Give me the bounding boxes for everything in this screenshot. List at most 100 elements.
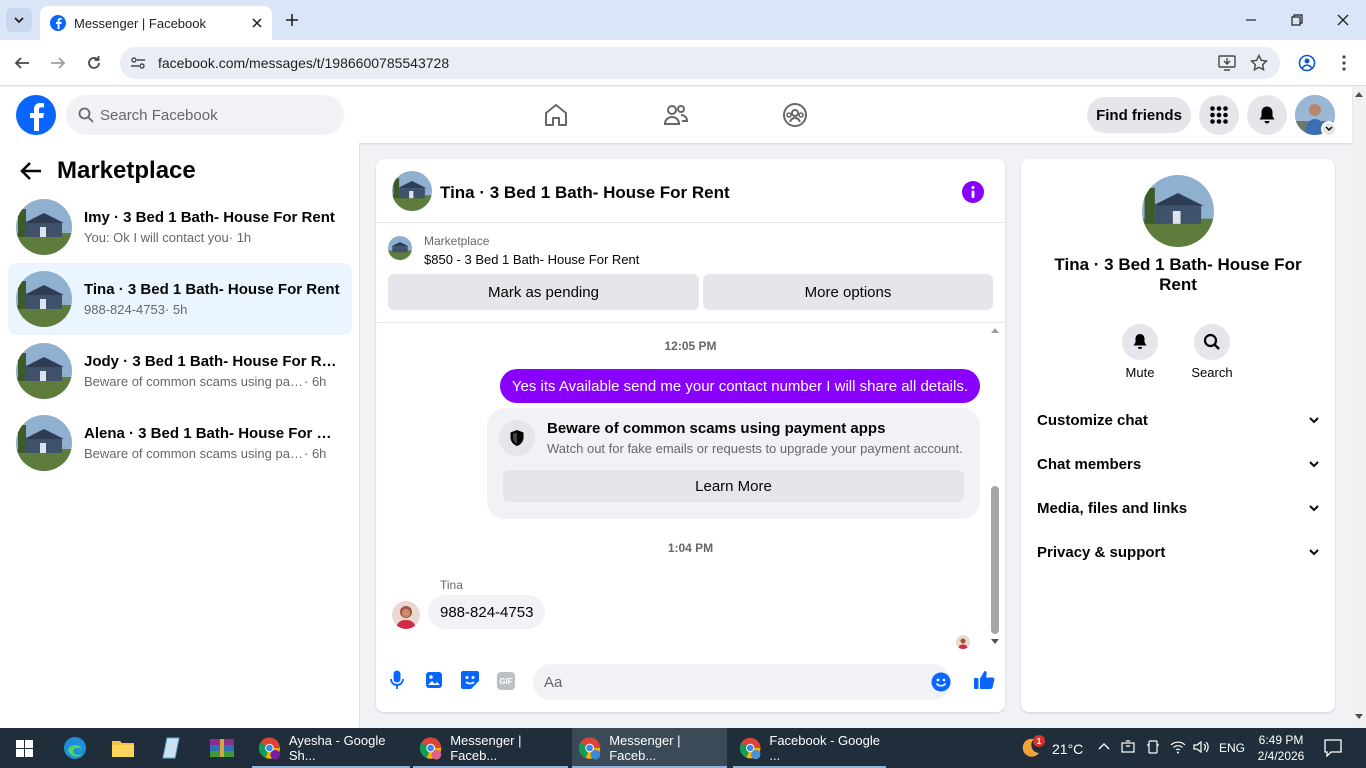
microphone-icon[interactable] [390,670,404,690]
learn-more-button[interactable]: Learn More [503,470,964,502]
account-chevron-icon[interactable] [1321,121,1337,137]
sticker-icon[interactable] [460,670,480,690]
message-input[interactable]: Aa [533,664,951,700]
facebook-favicon-icon [50,15,66,31]
input-language[interactable]: ENG [1219,741,1245,755]
page-scrollbar[interactable] [1352,87,1366,728]
conversation-list-pane: Marketplace Imy · 3 Bed 1 Bath- House Fo… [0,143,360,728]
reload-icon[interactable] [84,54,104,72]
conversation-preview: Beware of common scams using pay... [84,374,304,389]
media-files-links-section[interactable]: Media, files and links [1037,490,1319,526]
groups-icon[interactable] [782,102,808,128]
like-thumb-icon[interactable] [973,670,995,690]
search-in-chat-button[interactable] [1194,324,1230,360]
meet-now-icon[interactable] [1146,740,1160,754]
search-label: Search [1191,365,1233,380]
incoming-message[interactable]: 988-824-4753 [428,595,546,629]
read-receipt-avatar [956,635,970,649]
clock[interactable]: 6:49 PM 2/4/2026 [1256,732,1306,764]
browser-menu-icon[interactable] [1336,53,1352,73]
conversation-item-active[interactable]: Tina · 3 Bed 1 Bath- House For Rent 988-… [8,263,352,335]
conversation-name: Tina · 3 Bed 1 Bath- House For Rent [84,281,340,298]
conversation-preview: You: Ok I will contact you [84,230,229,245]
conversation-time: · 6h [304,374,327,389]
chrome-icon [258,737,280,760]
details-avatar[interactable] [1142,175,1214,247]
tab-close-icon[interactable] [252,18,262,28]
more-options-button[interactable]: More options [703,274,993,310]
find-friends-button[interactable]: Find friends [1087,97,1191,133]
listing-thumbnail [16,199,72,255]
outgoing-message[interactable]: Yes its Available send me your contact n… [499,369,980,403]
sender-name: Tina [440,578,463,592]
search-input[interactable]: Search Facebook [66,95,344,135]
friends-icon[interactable] [663,103,689,127]
taskbar-app-messenger-2[interactable]: Messenger | Faceb... [572,728,727,768]
edge-icon[interactable] [63,736,87,760]
tab-search-icon[interactable] [6,8,32,32]
taskbar-app-label: Ayesha - Google Sh... [288,733,386,763]
chrome-icon [578,737,601,760]
temperature[interactable]: 21°C [1052,741,1083,757]
browser-tab[interactable]: Messenger | Facebook [40,6,272,40]
chat-avatar[interactable] [392,171,432,211]
thread-scrollbar[interactable] [989,323,1001,649]
close-window-icon[interactable] [1335,12,1351,28]
chat-members-section[interactable]: Chat members [1037,446,1319,482]
mark-as-pending-button[interactable]: Mark as pending [388,274,699,310]
site-info-icon[interactable] [130,55,146,71]
emoji-icon[interactable] [931,672,951,692]
conversation-item[interactable]: Imy · 3 Bed 1 Bath- House For Rent You: … [8,191,352,263]
conversation-item[interactable]: Jody · 3 Bed 1 Bath- House For Rent Bewa… [8,335,352,407]
notification-center-icon[interactable] [1324,739,1342,757]
chevron-down-icon [1309,548,1319,555]
listing-title[interactable]: $850 - 3 Bed 1 Bath- House For Rent [424,252,639,267]
clock-time: 6:49 PM [1258,733,1304,747]
conversation-name: Imy · 3 Bed 1 Bath- House For Rent [84,209,335,226]
sender-avatar[interactable] [392,601,420,629]
battery-icon[interactable] [1120,740,1136,754]
taskbar-app-label: Messenger | Faceb... [450,733,522,763]
url-text: facebook.com/messages/t/1986600785543728 [158,55,450,71]
browser-toolbar: facebook.com/messages/t/1986600785543728 [0,40,1366,86]
mute-label: Mute [1125,365,1155,380]
taskbar-app-facebook[interactable]: Facebook - Google ... [733,728,886,768]
wifi-icon[interactable] [1170,740,1186,754]
bell-icon [1133,334,1147,349]
install-app-icon[interactable] [1218,55,1236,71]
notepad-icon[interactable] [161,736,183,760]
new-tab-icon[interactable] [284,12,300,28]
taskbar-app-chrome-sheets[interactable]: Ayesha - Google Sh... [252,728,410,768]
mute-button[interactable] [1122,324,1158,360]
gif-icon[interactable]: GIF [497,672,515,690]
facebook-logo-icon[interactable] [16,95,56,135]
restore-icon[interactable] [1289,12,1305,28]
photo-icon[interactable] [425,671,443,689]
file-explorer-icon[interactable] [111,737,135,759]
back-icon[interactable] [12,54,32,72]
chevron-up-icon[interactable] [1098,742,1110,750]
forward-icon[interactable] [48,54,68,72]
windows-start-icon[interactable] [16,740,33,757]
chat-title[interactable]: Tina · 3 Bed 1 Bath- House For Rent [440,183,730,203]
home-icon[interactable] [543,103,569,127]
timestamp: 12:05 PM [664,339,717,353]
profile-icon[interactable] [1297,53,1317,73]
notifications-button[interactable] [1247,95,1287,135]
volume-icon[interactable] [1193,740,1209,754]
info-icon[interactable] [962,181,984,203]
address-bar[interactable]: facebook.com/messages/t/1986600785543728 [120,47,1280,79]
conversation-preview: Beware of common scams using pay... [84,446,304,461]
taskbar-app-messenger-1[interactable]: Messenger | Faceb... [413,728,568,768]
minimize-icon[interactable] [1243,12,1259,28]
conversation-item[interactable]: Alena · 3 Bed 1 Bath- House For Re... Be… [8,407,352,479]
listing-label: Marketplace [424,234,490,248]
menu-grid-button[interactable] [1199,95,1239,135]
customize-chat-section[interactable]: Customize chat [1037,402,1319,438]
winrar-icon[interactable] [209,737,235,759]
chrome-icon [739,737,761,760]
back-arrow-icon[interactable] [20,161,42,181]
privacy-support-section[interactable]: Privacy & support [1037,534,1319,570]
bookmark-star-icon[interactable] [1250,54,1268,72]
chat-pane: Tina · 3 Bed 1 Bath- House For Rent Mark… [376,159,1005,712]
